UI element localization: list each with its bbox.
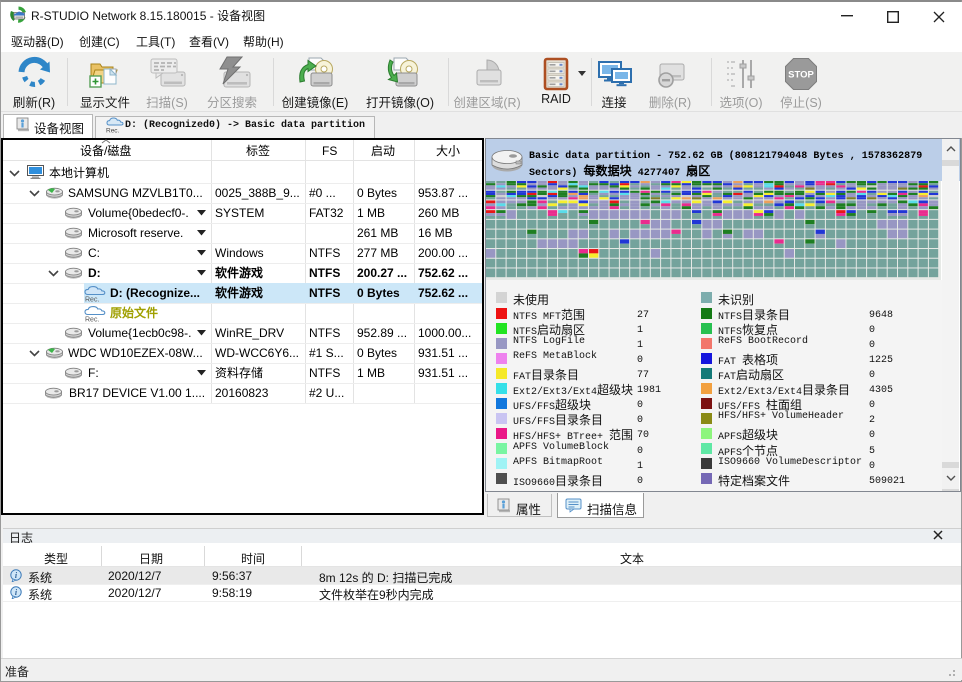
svg-text:Rec.: Rec. [85,317,99,323]
svg-text:Rec.: Rec. [85,297,99,303]
svg-text:STOP: STOP [788,70,814,81]
svg-text:Rec.: Rec. [106,128,120,135]
